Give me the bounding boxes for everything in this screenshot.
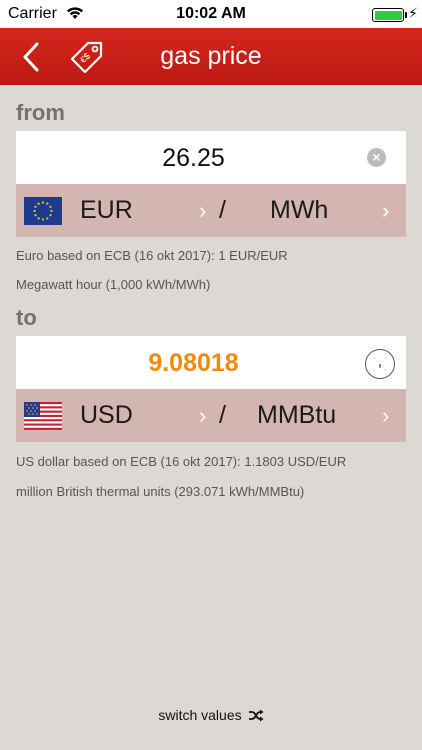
- chevron-right-icon[interactable]: ›: [382, 403, 389, 429]
- from-unit-row: EUR › / MWh ›: [16, 184, 406, 237]
- chevron-right-icon[interactable]: ›: [382, 198, 389, 224]
- switch-values-button[interactable]: switch values: [0, 707, 422, 723]
- page-title: gas price: [160, 42, 262, 70]
- clear-icon[interactable]: ×: [367, 148, 386, 167]
- battery-icon: [372, 8, 404, 22]
- chevron-right-icon[interactable]: ›: [199, 403, 206, 429]
- from-currency-info: Euro based on ECB (16 okt 2017): 1 EUR/E…: [16, 248, 288, 263]
- from-value: 26.25: [162, 144, 225, 172]
- to-unit-row: USD › / MMBtu ›: [16, 389, 406, 442]
- to-unit[interactable]: MMBtu: [257, 401, 336, 430]
- nav-bar: €$ gas price: [0, 28, 422, 85]
- to-unit-info: million British thermal units (293.071 k…: [16, 484, 305, 499]
- us-flag-icon: [24, 402, 62, 430]
- chevron-right-icon[interactable]: ›: [199, 198, 206, 224]
- from-unit-info: Megawatt hour (1,000 kWh/MWh): [16, 277, 211, 292]
- battery-nub: [405, 12, 407, 18]
- charging-icon: ⚡: [408, 5, 418, 21]
- to-value: 9.08018: [148, 349, 239, 377]
- from-value-field[interactable]: 26.25 ×: [16, 131, 406, 184]
- from-currency[interactable]: EUR: [80, 196, 133, 225]
- to-value-field[interactable]: 9.08018 ,: [16, 336, 406, 389]
- clock: 10:02 AM: [176, 5, 246, 22]
- from-unit[interactable]: MWh: [270, 196, 328, 225]
- eu-flag-icon: [24, 197, 62, 225]
- to-label: to: [16, 305, 37, 330]
- shuffle-icon: [248, 709, 264, 722]
- to-currency[interactable]: USD: [80, 401, 133, 430]
- status-bar: Carrier 10:02 AM ⚡: [0, 0, 422, 28]
- unit-separator: /: [219, 401, 226, 429]
- comma-button[interactable]: ,: [365, 349, 395, 379]
- switch-values-label: switch values: [158, 707, 242, 723]
- to-currency-info: US dollar based on ECB (16 okt 2017): 1.…: [16, 454, 347, 469]
- unit-separator: /: [219, 196, 226, 224]
- from-label: from: [16, 100, 65, 125]
